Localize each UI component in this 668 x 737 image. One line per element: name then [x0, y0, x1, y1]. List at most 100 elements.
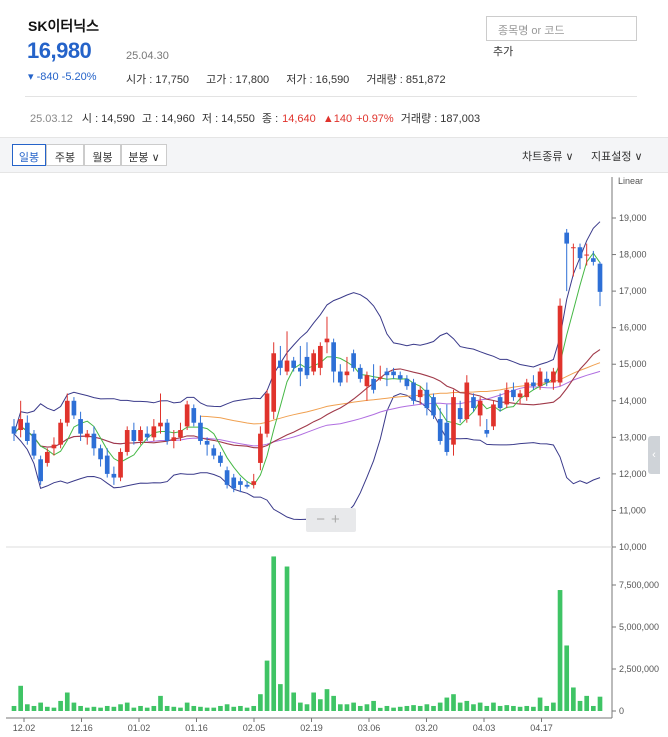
candle-body — [411, 382, 416, 401]
divider — [25, 96, 637, 97]
candle-body — [204, 440, 210, 445]
x-tick-label: 03.06 — [358, 723, 381, 733]
candle-body — [524, 382, 530, 398]
selected-date: 25.03.12 — [30, 113, 73, 125]
side-panel-toggle[interactable]: ‹ — [648, 436, 660, 474]
ohlc-summary: 시가 : 17,750 고가 : 17,800 저가 : 16,590 거래량 … — [126, 71, 460, 87]
candle-body — [278, 360, 283, 368]
candle-body — [504, 389, 510, 405]
y-tick-label: 18,000 — [619, 250, 647, 260]
candle-body — [557, 305, 563, 383]
candle-body — [231, 477, 237, 489]
y-tick-label: 11,000 — [619, 505, 646, 515]
volume-bar — [171, 706, 177, 711]
candle-body — [451, 397, 456, 445]
zoom-controls[interactable]: −+ — [306, 508, 356, 532]
candle-body — [64, 400, 70, 423]
volume-bar — [431, 705, 436, 711]
candle-body — [84, 433, 90, 438]
volume-bar — [371, 700, 376, 711]
volume-bar — [211, 707, 217, 711]
volume-bar — [377, 707, 383, 711]
volume-bar — [158, 695, 163, 711]
candle-body — [317, 345, 323, 368]
candle-body — [164, 422, 170, 441]
chart-background — [6, 173, 612, 737]
volume-bar — [557, 590, 563, 711]
volume-bar — [444, 697, 450, 711]
price-date: 25.04.30 — [126, 50, 169, 62]
candle-body — [18, 419, 23, 431]
volume-bar — [537, 697, 543, 711]
candle-body — [78, 419, 83, 434]
selected-low: 저 : 14,550 — [201, 113, 255, 125]
volume-bar — [164, 705, 170, 711]
volume-bar — [31, 705, 37, 711]
candle-body — [444, 422, 450, 452]
candle-body — [304, 356, 310, 376]
tab-monthly[interactable]: 월봉 — [84, 144, 121, 166]
x-tick-label: 03.20 — [415, 723, 438, 733]
candle-body — [491, 404, 496, 427]
candle-body — [597, 263, 603, 292]
volume-bar — [571, 687, 576, 711]
volume-bar — [471, 704, 476, 711]
candle-body — [551, 371, 556, 383]
stock-name: SK이터닉스 — [28, 18, 99, 34]
candle-body — [497, 397, 503, 409]
volume-tick-label: 5,000,000 — [619, 622, 659, 632]
volume-bar — [58, 700, 63, 711]
y-tick-label: 12,000 — [619, 469, 647, 479]
volume-bar — [98, 707, 103, 711]
volume-bar — [411, 705, 416, 711]
candle-body — [537, 371, 543, 387]
candle-body — [571, 247, 576, 249]
volume-bar — [204, 707, 210, 711]
stock-chart[interactable]: Linear 19,000 18,000 17,000 16,000 15,000 14,0… — [0, 173, 668, 737]
candle-body — [211, 448, 217, 456]
volume-bar — [577, 700, 583, 711]
stock-search-input[interactable]: 종목명 or 코드 — [486, 16, 637, 41]
volume-bar — [11, 705, 17, 711]
volume-bar — [291, 692, 297, 711]
volume-bar — [317, 699, 323, 711]
volume-bar — [18, 685, 23, 711]
volume-bar — [311, 692, 316, 711]
volume-bar — [38, 702, 43, 711]
volume-bar — [131, 707, 137, 711]
chart-type-dropdown[interactable]: 차트종류 ∨ — [522, 148, 574, 164]
y-tick-label: 17,000 — [619, 286, 647, 296]
volume-bar — [491, 702, 496, 711]
candle-body — [344, 371, 350, 376]
volume-bar — [118, 704, 123, 711]
indicator-settings-dropdown[interactable]: 지표설정 ∨ — [591, 148, 643, 164]
x-tick-label: 02.19 — [300, 723, 323, 733]
candle-body — [337, 371, 343, 383]
candle-body — [158, 422, 163, 427]
volume-bar — [364, 704, 370, 711]
candle-body — [477, 400, 483, 416]
candle-body — [324, 338, 330, 343]
candle-body — [544, 378, 550, 383]
tab-minute[interactable]: 분봉 ∨ — [121, 144, 167, 166]
candle-body — [511, 389, 516, 398]
candle-body — [457, 408, 463, 420]
candle-body — [71, 400, 77, 416]
y-tick-label: 13,000 — [619, 432, 647, 442]
volume-bar — [477, 702, 483, 711]
candle-body — [417, 389, 423, 398]
add-button[interactable]: 추가 — [493, 43, 513, 59]
tab-weekly[interactable]: 주봉 — [46, 144, 84, 166]
volume-bar — [417, 705, 423, 711]
price-change: ▾ -840 -5.20% — [28, 71, 97, 83]
volume-bar — [551, 702, 556, 711]
tab-daily[interactable]: 일봉 — [12, 144, 46, 166]
x-tick-label: 12.02 — [13, 723, 36, 733]
candle-body — [531, 382, 536, 387]
volume-bar — [71, 702, 77, 711]
selected-high: 고 : 14,960 — [141, 113, 195, 125]
volume-bar — [524, 705, 530, 711]
y-tick-label: 14,000 — [619, 396, 647, 406]
volume-bar — [544, 705, 550, 711]
candle-body — [331, 342, 336, 372]
